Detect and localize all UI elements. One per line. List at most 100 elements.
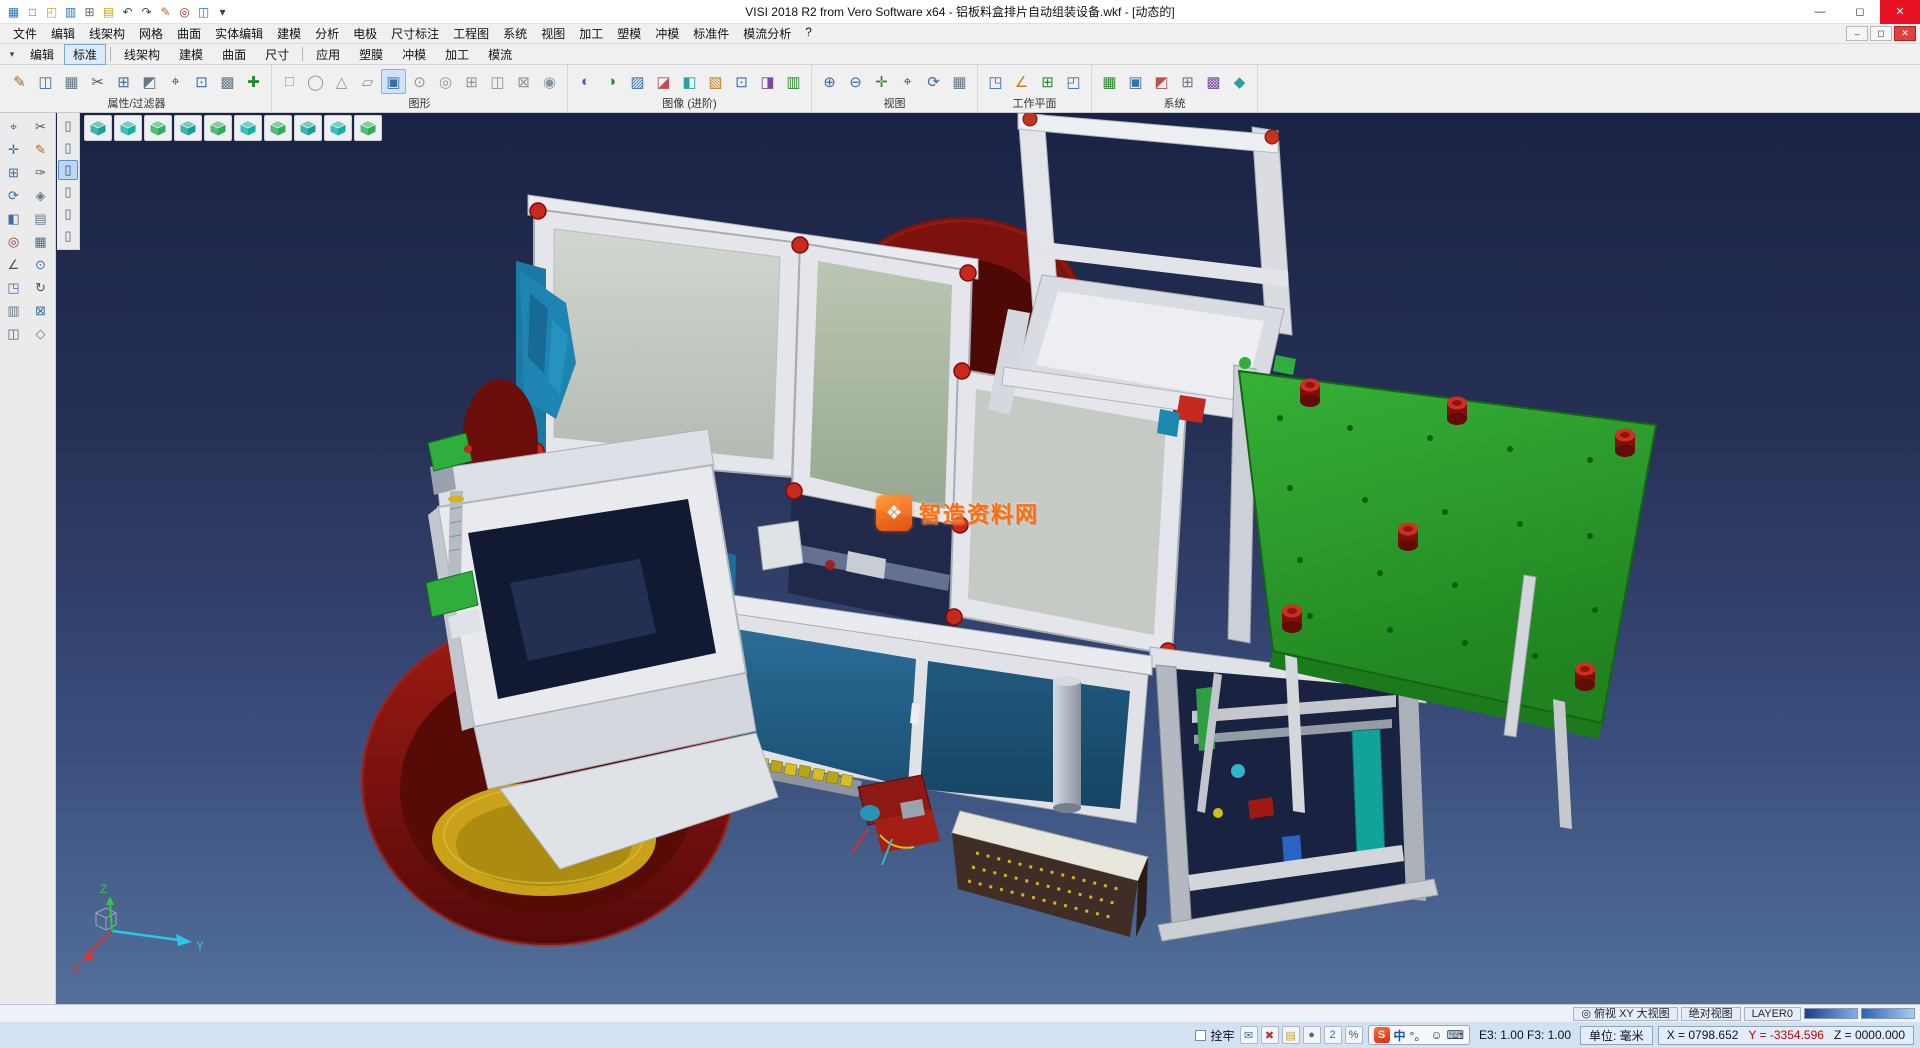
menu-file[interactable]: 文件 <box>6 25 44 42</box>
sogou-logo-icon[interactable]: S <box>1374 1027 1390 1043</box>
workplane-origin-icon[interactable]: ◰ <box>1061 69 1086 94</box>
zoom-in-icon[interactable]: ⊕ <box>817 69 842 94</box>
rail-half-icon[interactable]: ◧ <box>1 208 26 230</box>
minimize-button[interactable]: — <box>1800 0 1840 24</box>
sphere-primitive-icon[interactable]: ⊙ <box>407 69 432 94</box>
viewcube-top[interactable] <box>144 115 172 141</box>
ime-emoji-icon[interactable]: ☺ <box>1430 1028 1442 1042</box>
doc-slot-5-icon[interactable]: ▯ <box>58 204 78 224</box>
menu-modeling[interactable]: 建模 <box>270 25 308 42</box>
material-icon[interactable]: ▨ <box>625 69 650 94</box>
tab-wireframe[interactable]: 线架构 <box>115 44 169 65</box>
color-bar-2[interactable] <box>1861 1008 1915 1019</box>
menu-system[interactable]: 系统 <box>496 25 534 42</box>
view-mode-segment[interactable]: ◎ 俯视 XY 大视图 <box>1573 1007 1677 1021</box>
viewcube-left[interactable] <box>234 115 262 141</box>
menu-standard-parts[interactable]: 标准件 <box>686 25 736 42</box>
system-palette-icon[interactable]: ▦ <box>1097 69 1122 94</box>
menu-solid-edit[interactable]: 实体编辑 <box>208 25 270 42</box>
viewport-3d[interactable]: X Y Z <box>0 113 1920 1004</box>
copy-attributes-icon[interactable]: ◫ <box>33 69 58 94</box>
transparency-icon[interactable]: ◧ <box>677 69 702 94</box>
app-logo-icon[interactable]: ▦ <box>4 2 23 22</box>
scanline-icon[interactable]: ▥ <box>781 69 806 94</box>
pixel-view-icon[interactable]: ⊡ <box>729 69 754 94</box>
quick-access-dropdown[interactable]: ▾ <box>213 2 232 22</box>
tab-application[interactable]: 应用 <box>307 44 349 65</box>
menu-view[interactable]: 视图 <box>534 25 572 42</box>
texture-icon[interactable]: ◑ <box>599 69 624 94</box>
menu-mold[interactable]: 塑模 <box>610 25 648 42</box>
plane-primitive-icon[interactable]: ▱ <box>355 69 380 94</box>
rail-probe-icon[interactable]: ◎ <box>1 231 26 253</box>
viewcube-bottom[interactable] <box>294 115 322 141</box>
rail-mesh-icon[interactable]: ▦ <box>28 231 53 253</box>
doc-slot-1-icon[interactable]: ▯ <box>58 116 78 136</box>
gradient-bg-icon[interactable]: ◨ <box>755 69 780 94</box>
tab-standard[interactable]: 标准 <box>64 44 106 65</box>
add-filter-icon[interactable]: ✚ <box>241 69 266 94</box>
workplane-grid-icon[interactable]: ⊞ <box>1035 69 1060 94</box>
wireframe-box-icon[interactable]: □ <box>277 69 302 94</box>
tab-dimension[interactable]: 尺寸 <box>256 44 298 65</box>
cut-filter-icon[interactable]: ✂ <box>85 69 110 94</box>
edge-display-icon[interactable]: ▧ <box>703 69 728 94</box>
viewcube-iso-3[interactable] <box>324 115 352 141</box>
system-layers-icon[interactable]: ◩ <box>1149 69 1174 94</box>
menu-edit[interactable]: 编辑 <box>44 25 82 42</box>
ime-keyboard-icon[interactable]: ⌨ <box>1447 1028 1464 1042</box>
menu-flow-analysis[interactable]: 模流分析 <box>736 25 798 42</box>
viewcube-right[interactable] <box>264 115 292 141</box>
rail-diamond-icon[interactable]: ◇ <box>28 323 53 345</box>
window-icon[interactable]: ◫ <box>194 2 213 22</box>
folder-icon[interactable]: ▤ <box>1282 1026 1300 1044</box>
count-icon[interactable]: 2 <box>1324 1026 1342 1044</box>
tab-surface[interactable]: 曲面 <box>213 44 255 65</box>
tab-modeling[interactable]: 建模 <box>170 44 212 65</box>
menu-dimension[interactable]: 尺寸标注 <box>384 25 446 42</box>
pan-view-icon[interactable]: ✛ <box>869 69 894 94</box>
redo-icon[interactable]: ↷ <box>137 2 156 22</box>
torus-primitive-icon[interactable]: ◎ <box>433 69 458 94</box>
doc-slot-3-icon[interactable]: ▯ <box>58 160 78 180</box>
highlight-icon[interactable]: ◪ <box>651 69 676 94</box>
edit-attributes-icon[interactable]: ✎ <box>7 69 32 94</box>
child-minimize-button[interactable]: – <box>1846 26 1868 41</box>
info-icon[interactable]: ● <box>1303 1026 1321 1044</box>
mail-icon[interactable]: ✉ <box>1240 1026 1258 1044</box>
system-monitor-icon[interactable]: ▣ <box>1123 69 1148 94</box>
shaded-box-icon[interactable]: ▣ <box>381 69 406 94</box>
doc-slot-2-icon[interactable]: ▯ <box>58 138 78 158</box>
block-grid-icon[interactable]: ⊞ <box>459 69 484 94</box>
tabbar-dropdown-icon[interactable]: ▾ <box>4 46 20 62</box>
absolute-view-segment[interactable]: 绝对视图 <box>1681 1007 1741 1021</box>
viewcube-front[interactable] <box>174 115 202 141</box>
mask-filter-icon[interactable]: ◩ <box>137 69 162 94</box>
rail-point-icon[interactable]: ⊙ <box>28 254 53 276</box>
rail-close-box-icon[interactable]: ⊠ <box>28 300 53 322</box>
rail-trim-icon[interactable]: ✂ <box>28 116 53 138</box>
rotate-view-icon[interactable]: ⟳ <box>921 69 946 94</box>
viewcube-iso-2[interactable] <box>114 115 142 141</box>
ime-punctuation-toggle[interactable]: °。 <box>1410 1027 1427 1044</box>
rail-rotate-icon[interactable]: ⟳ <box>1 185 26 207</box>
rail-gem-icon[interactable]: ◈ <box>28 185 53 207</box>
edit-icon[interactable]: ✎ <box>156 2 175 22</box>
rail-redo-icon[interactable]: ↻ <box>28 277 53 299</box>
layer-segment[interactable]: LAYER0 <box>1744 1007 1801 1021</box>
target-filter-icon[interactable]: ⌖ <box>163 69 188 94</box>
workplane-icon[interactable]: ◳ <box>983 69 1008 94</box>
import-icon[interactable]: ⊞ <box>80 2 99 22</box>
rail-grid-icon[interactable]: ⊞ <box>1 162 26 184</box>
layer-manager-icon[interactable]: ▦ <box>59 69 84 94</box>
doc-slot-6-icon[interactable]: ▯ <box>58 226 78 246</box>
rail-angle-icon[interactable]: ∠ <box>1 254 26 276</box>
rail-rows-icon[interactable]: ▥ <box>1 300 26 322</box>
rail-columns-icon[interactable]: ◫ <box>1 323 26 345</box>
menu-die[interactable]: 冲模 <box>648 25 686 42</box>
error-icon[interactable]: ✖ <box>1261 1026 1279 1044</box>
lock-checkbox[interactable] <box>1195 1030 1206 1041</box>
system-table-icon[interactable]: ⊞ <box>1175 69 1200 94</box>
export-icon[interactable]: ▤ <box>99 2 118 22</box>
system-hatch-icon[interactable]: ▩ <box>1201 69 1226 94</box>
